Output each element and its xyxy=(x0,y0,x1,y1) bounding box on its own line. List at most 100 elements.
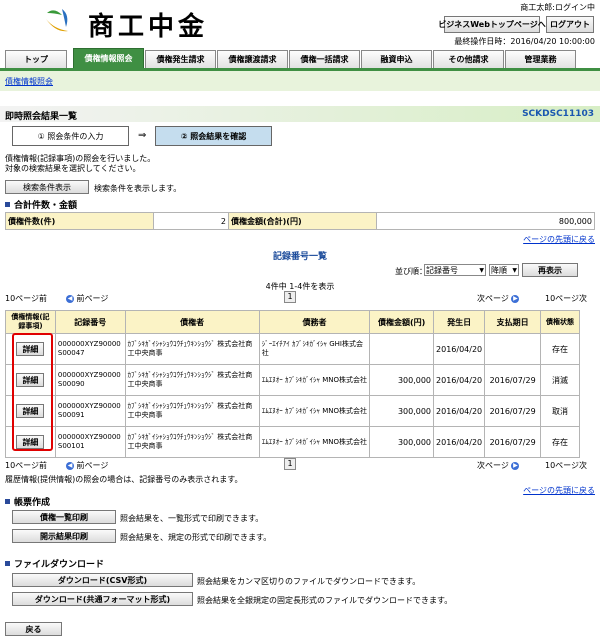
logout-button[interactable]: ログアウト xyxy=(546,16,594,33)
totals-heading: 合計件数・金額 xyxy=(5,198,77,211)
due-date xyxy=(484,333,542,365)
download-common-format-button[interactable]: ダウンロード(共通フォーマット形式) xyxy=(12,592,193,606)
table-row: 詳細 000000XYZ90000S00047 ｶﾌﾞｼｷｶﾞｲｼｬｼｮｳｺｳﾁ… xyxy=(5,333,580,365)
creditor: ｶﾌﾞｼｷｶﾞｲｼｬｼｮｳｺｳﾁｭｳｷﾝｼｮｳｼﾞ 株式会社商工中央商事 xyxy=(124,364,260,396)
record-number: 000000XYZ90000S00091 xyxy=(54,395,126,427)
print-disclosure-button[interactable]: 開示結果印刷 xyxy=(12,529,116,543)
print-list-button[interactable]: 債権一覧印刷 xyxy=(12,510,116,524)
prev-page-label: 前ページ xyxy=(76,461,109,470)
amount-label: 債権金額(合計)(円) xyxy=(228,212,377,230)
sort-direction-select[interactable]: 降順 ▼ xyxy=(489,264,519,276)
amount: 300,000 xyxy=(369,395,435,427)
next-page-label: 次ページ xyxy=(477,461,509,470)
record-number: 000000XYZ90000S00090 xyxy=(54,364,126,396)
prev-arrow-icon: ◀ xyxy=(66,461,74,470)
print-disclosure-text: 照会結果を、規定の形式で印刷できます。 xyxy=(120,533,272,542)
record-table: 債権情報(記録事項) 記録番号 債権者 債務者 債権金額(円) 発生日 支払期日… xyxy=(5,310,580,458)
next-arrow-icon: ▶ xyxy=(511,461,520,470)
prev-page[interactable]: ◀ 前ページ xyxy=(66,293,108,304)
issue-date: 2016/04/20 xyxy=(433,364,486,396)
status: 取消 xyxy=(540,395,580,427)
search-condition-button[interactable]: 検索条件表示 xyxy=(5,180,89,194)
next-arrow-icon: ▶ xyxy=(511,294,520,303)
last-operation-time: 最終操作日時：2016/04/20 10:00:00 xyxy=(454,37,595,46)
col-record: 記録番号 xyxy=(54,310,126,334)
section-marker-icon xyxy=(5,202,10,207)
page-title: 即時照会結果一覧 xyxy=(5,112,78,122)
business-web-top-button[interactable]: ビジネスWebトップページへ xyxy=(438,16,546,33)
result-count: 4件中 1-4件を表示 xyxy=(265,282,335,291)
col-due-date: 支払期日 xyxy=(484,310,542,334)
download-heading-text: ファイルダウンロード xyxy=(14,560,105,570)
issue-date: 2016/04/20 xyxy=(433,426,486,458)
logo xyxy=(42,5,72,35)
history-note: 履歴情報(提供情報)の照会の場合は、記録番号のみ表示されます。 xyxy=(5,475,243,484)
tab-credit-transfer[interactable]: 債権譲渡請求 xyxy=(217,50,288,68)
report-heading: 帳票作成 xyxy=(5,495,50,508)
record-number: 000000XYZ90000S00047 xyxy=(54,333,126,365)
due-date: 2016/07/29 xyxy=(484,364,542,396)
count-value: 2 xyxy=(153,212,229,230)
table-row: 詳細 000000XYZ90000S00101 ｶﾌﾞｼｷｶﾞｲｼｬｼｮｳｺｳﾁ… xyxy=(5,426,580,458)
col-amount: 債権金額(円) xyxy=(369,310,435,334)
creditor: ｶﾌﾞｼｷｶﾞｲｼｬｼｮｳｺｳﾁｭｳｷﾝｼｮｳｼﾞ 株式会社商工中央商事 xyxy=(124,395,260,427)
sort-field-select[interactable]: 記録番号 ▼ xyxy=(424,264,486,276)
search-condition-text: 検索条件を表示します。 xyxy=(94,184,182,193)
subnav-bar xyxy=(0,71,600,91)
amount-value: 800,000 xyxy=(376,212,595,230)
download-csv-button[interactable]: ダウンロード(CSV形式) xyxy=(12,573,193,587)
redisplay-button[interactable]: 再表示 xyxy=(522,263,578,277)
step-1: ① 照会条件の入力 xyxy=(12,126,129,146)
logo-text: 商工中金 xyxy=(88,12,209,42)
due-date: 2016/07/29 xyxy=(484,395,542,427)
step-arrow: ⇒ xyxy=(138,130,147,141)
step-2: ② 照会結果を確認 xyxy=(155,126,272,146)
next-page[interactable]: 次ページ ▶ xyxy=(477,293,520,304)
col-detail: 債権情報(記録事項) xyxy=(5,310,56,334)
tab-credit-inquiry[interactable]: 債権情報照会 xyxy=(73,48,144,68)
detail-highlight xyxy=(12,333,53,451)
creditor: ｶﾌﾞｼｷｶﾞｲｼｬｼｮｳｺｳﾁｭｳｷﾝｼｮｳｼﾞ 株式会社商工中央商事 xyxy=(124,426,260,458)
prev-arrow-icon: ◀ xyxy=(66,294,74,303)
tab-credit-issue[interactable]: 債権発生請求 xyxy=(145,50,216,68)
screen-code: SCKDSC11103 xyxy=(522,109,594,119)
page-number[interactable]: 1 xyxy=(284,291,296,303)
prev-page[interactable]: ◀ 前ページ xyxy=(66,460,108,471)
amount: 300,000 xyxy=(369,426,435,458)
tab-other-requests[interactable]: その他請求 xyxy=(433,50,504,68)
chevron-down-icon: ▼ xyxy=(479,266,484,274)
table-row: 詳細 000000XYZ90000S00090 ｶﾌﾞｼｷｶﾞｲｼｬｼｮｳｺｳﾁ… xyxy=(5,364,580,396)
print-list-text: 照会結果を、一覧形式で印刷できます。 xyxy=(120,514,264,523)
subnav-credit-inquiry[interactable]: 債権情報照会 xyxy=(5,76,53,87)
debtor: ｼﾞｰｴｲﾁｱｲ ｶﾌﾞｼｷｶﾞｲｼｬ GHI株式会社 xyxy=(258,333,371,365)
sort-field-value: 記録番号 xyxy=(426,265,458,275)
record-number: 000000XYZ90000S00101 xyxy=(54,426,126,458)
totals-heading-text: 合計件数・金額 xyxy=(14,201,78,211)
sort-direction-value: 降順 xyxy=(491,265,507,275)
prev-10-pages[interactable]: 10ページ前 xyxy=(5,460,47,471)
section-marker-icon xyxy=(5,499,10,504)
next-page[interactable]: 次ページ ▶ xyxy=(477,460,520,471)
tab-management[interactable]: 管理業務 xyxy=(505,50,576,68)
tab-credit-bulk[interactable]: 債権一括請求 xyxy=(289,50,360,68)
next-10-pages[interactable]: 10ページ次 xyxy=(545,293,587,304)
col-issue-date: 発生日 xyxy=(433,310,486,334)
page-top-link-1[interactable]: ページの先頭に戻る xyxy=(523,234,595,245)
issue-date: 2016/04/20 xyxy=(433,333,486,365)
page-top-link-2[interactable]: ページの先頭に戻る xyxy=(523,485,595,496)
count-label: 債権件数(件) xyxy=(5,212,154,230)
download-csv-text: 照会結果をカンマ区切りのファイルでダウンロードできます。 xyxy=(197,577,421,586)
debtor: ｴﾑｴﾇｵｰ ｶﾌﾞｼｷｶﾞｲｼｬ MNO株式会社 xyxy=(258,395,371,427)
tab-loan-application[interactable]: 融資申込 xyxy=(361,50,432,68)
page-number[interactable]: 1 xyxy=(284,458,296,470)
status: 存在 xyxy=(540,333,580,365)
prev-10-pages[interactable]: 10ページ前 xyxy=(5,293,47,304)
tab-top[interactable]: トップ xyxy=(5,50,67,68)
record-list-heading: 記録番号一覧 xyxy=(272,252,327,262)
description-2: 対象の検索結果を選択してください。 xyxy=(5,164,141,173)
col-status: 債権状態 xyxy=(540,310,580,334)
back-button[interactable]: 戻る xyxy=(5,622,62,636)
debtor: ｴﾑｴﾇｵｰ ｶﾌﾞｼｷｶﾞｲｼｬ MNO株式会社 xyxy=(258,426,371,458)
creditor: ｶﾌﾞｼｷｶﾞｲｼｬｼｮｳｺｳﾁｭｳｷﾝｼｮｳｼﾞ 株式会社商工中央商事 xyxy=(124,333,260,365)
next-10-pages[interactable]: 10ページ次 xyxy=(545,460,587,471)
